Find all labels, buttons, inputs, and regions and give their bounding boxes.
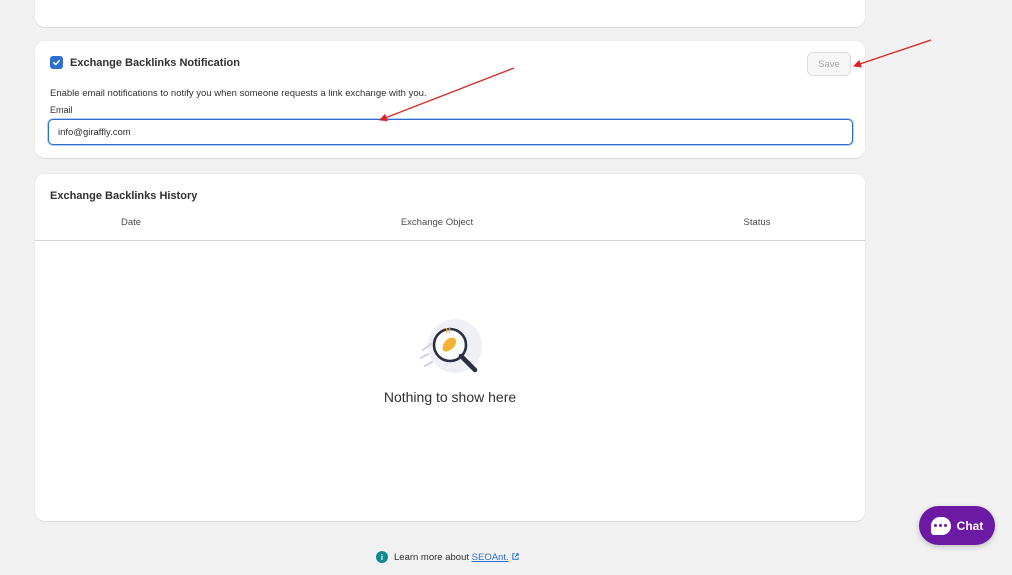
column-header-exchange-object: Exchange Object: [400, 217, 474, 228]
notification-toggle[interactable]: Exchange Backlinks Notification: [50, 56, 240, 69]
learn-more-footer: i Learn more about SEOAnt.: [376, 551, 520, 563]
history-card: Exchange Backlinks History Date Exchange…: [35, 174, 865, 521]
chat-bubble-icon: [930, 516, 951, 535]
history-title: Exchange Backlinks History: [50, 190, 198, 202]
seoant-link[interactable]: SEOAnt.: [472, 552, 509, 563]
external-link-icon[interactable]: [511, 552, 520, 561]
learn-more-text: Learn more about: [394, 551, 472, 563]
info-icon: i: [376, 551, 388, 563]
column-header-status: Status: [743, 217, 771, 228]
column-header-date: Date: [120, 217, 142, 228]
notification-description: Enable email notifications to notify you…: [50, 88, 427, 99]
notification-checkbox[interactable]: [50, 56, 63, 69]
save-button[interactable]: Save: [807, 52, 851, 76]
notification-title: Exchange Backlinks Notification: [70, 56, 240, 69]
chat-button[interactable]: Chat: [919, 506, 995, 545]
checkmark-icon: [53, 59, 61, 66]
table-divider: [35, 240, 865, 241]
chat-label: Chat: [956, 518, 984, 533]
email-field[interactable]: [48, 119, 853, 145]
email-label: Email: [50, 105, 73, 115]
empty-state-text: Nothing to show here: [383, 389, 517, 405]
empty-search-illustration-icon: [420, 319, 482, 373]
settings-card-top: [35, 0, 865, 27]
notification-settings-card: Exchange Backlinks Notification Save Ena…: [35, 41, 865, 158]
annotation-arrow-save: [853, 39, 932, 68]
